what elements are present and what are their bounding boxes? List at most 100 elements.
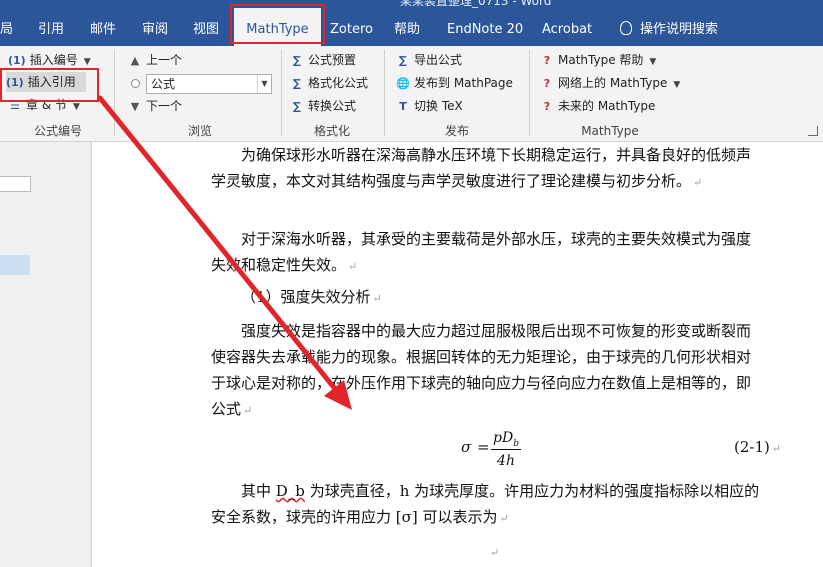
toggle-tex-label: 切换 TeX (414, 99, 463, 113)
ribbon-mathtype: (1) 插入编号 ▼ (1) 插入引用 ☰ 章 & 节 ▼ 公式编号 ▲ 上一个 公式 ▼ … (0, 46, 823, 142)
paragraph-mark: ↵ (771, 442, 782, 455)
previous-button[interactable]: ▲ 上一个 (128, 50, 182, 70)
help-icon: ? (543, 54, 551, 67)
help-icon: ? (543, 77, 551, 90)
mathtype-future-button[interactable]: ? 未来的 MathType (540, 96, 656, 116)
paragraph-text: 其中 (241, 482, 276, 500)
navigation-selected-item[interactable] (0, 255, 30, 275)
tab-mailings[interactable]: 邮件 (90, 8, 116, 46)
document-page[interactable]: 为确保球形水听器在深海高静水压环境下长期稳定运行，并具备良好的低频声学灵敏度，本… (93, 142, 823, 567)
tex-icon: T (399, 100, 407, 113)
tab-layout[interactable]: 局 (0, 8, 18, 46)
format-equations-label: 格式化公式 (308, 76, 369, 90)
navigation-pane (0, 142, 92, 567)
mathtype-online-label: 网络上的 MathType (558, 76, 668, 90)
sigma-icon: ∑ (399, 54, 407, 67)
equation-presets-label: 公式预置 (308, 53, 357, 67)
navigation-search-input[interactable] (0, 176, 31, 192)
list-icon: ☰ (10, 99, 20, 112)
tab-view[interactable]: 视图 (193, 8, 219, 46)
paragraph-text: 为确保球形水听器在深海高静水压环境下长期稳定运行，并具备良好的低频声学灵敏度，本… (211, 146, 752, 190)
group-label-publish: 发布 (444, 124, 469, 138)
chevron-down-icon[interactable]: ▼ (257, 75, 271, 93)
fraction-bar (491, 449, 521, 450)
paragraph-mark: ↵ (490, 546, 500, 559)
chevron-down-icon: ▼ (73, 102, 80, 112)
equation-presets-button[interactable]: ∑ 公式预置 (290, 50, 356, 70)
sigma-icon: ∑ (293, 100, 301, 113)
mathtype-help-label: MathType 帮助 (558, 53, 644, 67)
group-divider (384, 50, 385, 136)
equation-number-icon: (1) (8, 54, 26, 67)
heading-text: （1）强度失效分析 (241, 288, 371, 306)
group-divider (114, 50, 115, 136)
equation-reference-icon: (1) (6, 76, 24, 89)
paragraph-heading: （1）强度失效分析 ↵ (211, 284, 761, 312)
export-equations-label: 导出公式 (414, 53, 463, 67)
paragraph-text: 强度失效是指容器中的最大应力超过屈服极限后出现不可恢复的形变或断裂而使容器失去承… (211, 322, 752, 418)
tab-zotero[interactable]: Zotero (330, 8, 373, 46)
globe-icon: 🌐 (396, 77, 410, 90)
insert-reference-label: 插入引用 (27, 75, 76, 89)
chevron-down-icon: ▼ (83, 57, 91, 67)
chapter-section-label: 章 & 节 (26, 98, 67, 112)
chevron-down-icon: ▼ (649, 57, 657, 67)
tab-review[interactable]: 审阅 (142, 8, 168, 46)
paragraph: 其中 D_b 为球壳直径，h 为球壳厚度。许用应力为材料的强度指标除以相应的安全… (211, 478, 761, 532)
empty-paragraph: ↵ (488, 538, 518, 566)
mathtype-future-label: 未来的 MathType (558, 99, 656, 113)
tab-references[interactable]: 引用 (38, 8, 64, 46)
equation-numerator: pDb (493, 430, 519, 449)
toggle-tex-button[interactable]: T 切换 TeX (396, 96, 463, 116)
convert-equations-label: 转换公式 (308, 99, 357, 113)
browse-type-select[interactable]: 公式 ▼ (146, 74, 272, 94)
paragraph-text: 对于深海水听器，其承受的主要载荷是外部水压，球壳的主要失效模式为强度失效和稳定性… (211, 230, 752, 274)
equation-equals: = (477, 438, 490, 456)
mathtype-help-button[interactable]: ? MathType 帮助 ▼ (540, 50, 657, 70)
tell-me-label: 操作说明搜索 (640, 22, 719, 37)
group-label-browse: 浏览 (187, 124, 212, 138)
equation-lhs: σ (461, 438, 472, 456)
group-divider (529, 50, 530, 136)
lightbulb-icon (620, 21, 632, 35)
tab-endnote[interactable]: EndNote 20 (447, 8, 523, 46)
paragraph: 强度失效是指容器中的最大应力超过屈服极限后出现不可恢复的形变或断裂而使容器失去承… (211, 318, 761, 424)
chevron-down-icon: ▼ (673, 80, 681, 90)
mathtype-online-button[interactable]: ? 网络上的 MathType ▼ (540, 73, 681, 93)
tab-acrobat[interactable]: Acrobat (542, 8, 592, 46)
chapter-section-button[interactable]: ☰ 章 & 节 ▼ (8, 95, 80, 115)
equation-fraction: pDb 4h (491, 428, 521, 471)
sigma-icon: ∑ (293, 54, 301, 67)
equation-denominator: 4h (497, 453, 515, 469)
group-label-format: 格式化 (313, 124, 350, 138)
publish-mathpage-label: 发布到 MathPage (414, 76, 513, 90)
sigma-icon: ∑ (293, 77, 301, 90)
tell-me-search[interactable]: 操作说明搜索 (620, 8, 718, 46)
publish-mathpage-button[interactable]: 🌐 发布到 MathPage (396, 73, 513, 93)
next-button[interactable]: ▼ 下一个 (128, 96, 182, 116)
insert-number-button[interactable]: (1) 插入编号 ▼ (8, 50, 91, 70)
insert-reference-button[interactable]: (1) 插入引用 (6, 72, 86, 92)
export-equations-button[interactable]: ∑ 导出公式 (396, 50, 462, 70)
group-divider (281, 50, 282, 136)
help-icon: ? (543, 100, 551, 113)
title-bar: 某某装置整理_0713 - Word (0, 0, 823, 8)
tab-mathtype[interactable]: MathType (234, 8, 321, 46)
next-label: 下一个 (146, 99, 183, 113)
paragraph-mark: ↵ (693, 176, 703, 189)
paragraph: 为确保球形水听器在深海高静水压环境下长期稳定运行，并具备良好的低频声学灵敏度，本… (211, 142, 761, 196)
insert-number-label: 插入编号 (29, 53, 78, 67)
arrow-down-icon: ▼ (130, 100, 140, 113)
dialog-launcher-icon[interactable] (808, 126, 818, 136)
previous-label: 上一个 (146, 53, 183, 67)
paragraph-mark: ↵ (348, 260, 358, 273)
paragraph: 对于深海水听器，其承受的主要载荷是外部水压，球壳的主要失效模式为强度失效和稳定性… (211, 226, 761, 280)
browse-type-value: 公式 (151, 77, 176, 91)
convert-equations-button[interactable]: ∑ 转换公式 (290, 96, 356, 116)
paragraph-mark: ↵ (499, 512, 509, 525)
browse-radio[interactable] (131, 79, 140, 88)
tab-help[interactable]: 帮助 (394, 8, 420, 46)
arrow-up-icon: ▲ (130, 54, 140, 67)
format-equations-button[interactable]: ∑ 格式化公式 (290, 73, 368, 93)
equation-number: (2-1) ↵ (734, 438, 782, 456)
